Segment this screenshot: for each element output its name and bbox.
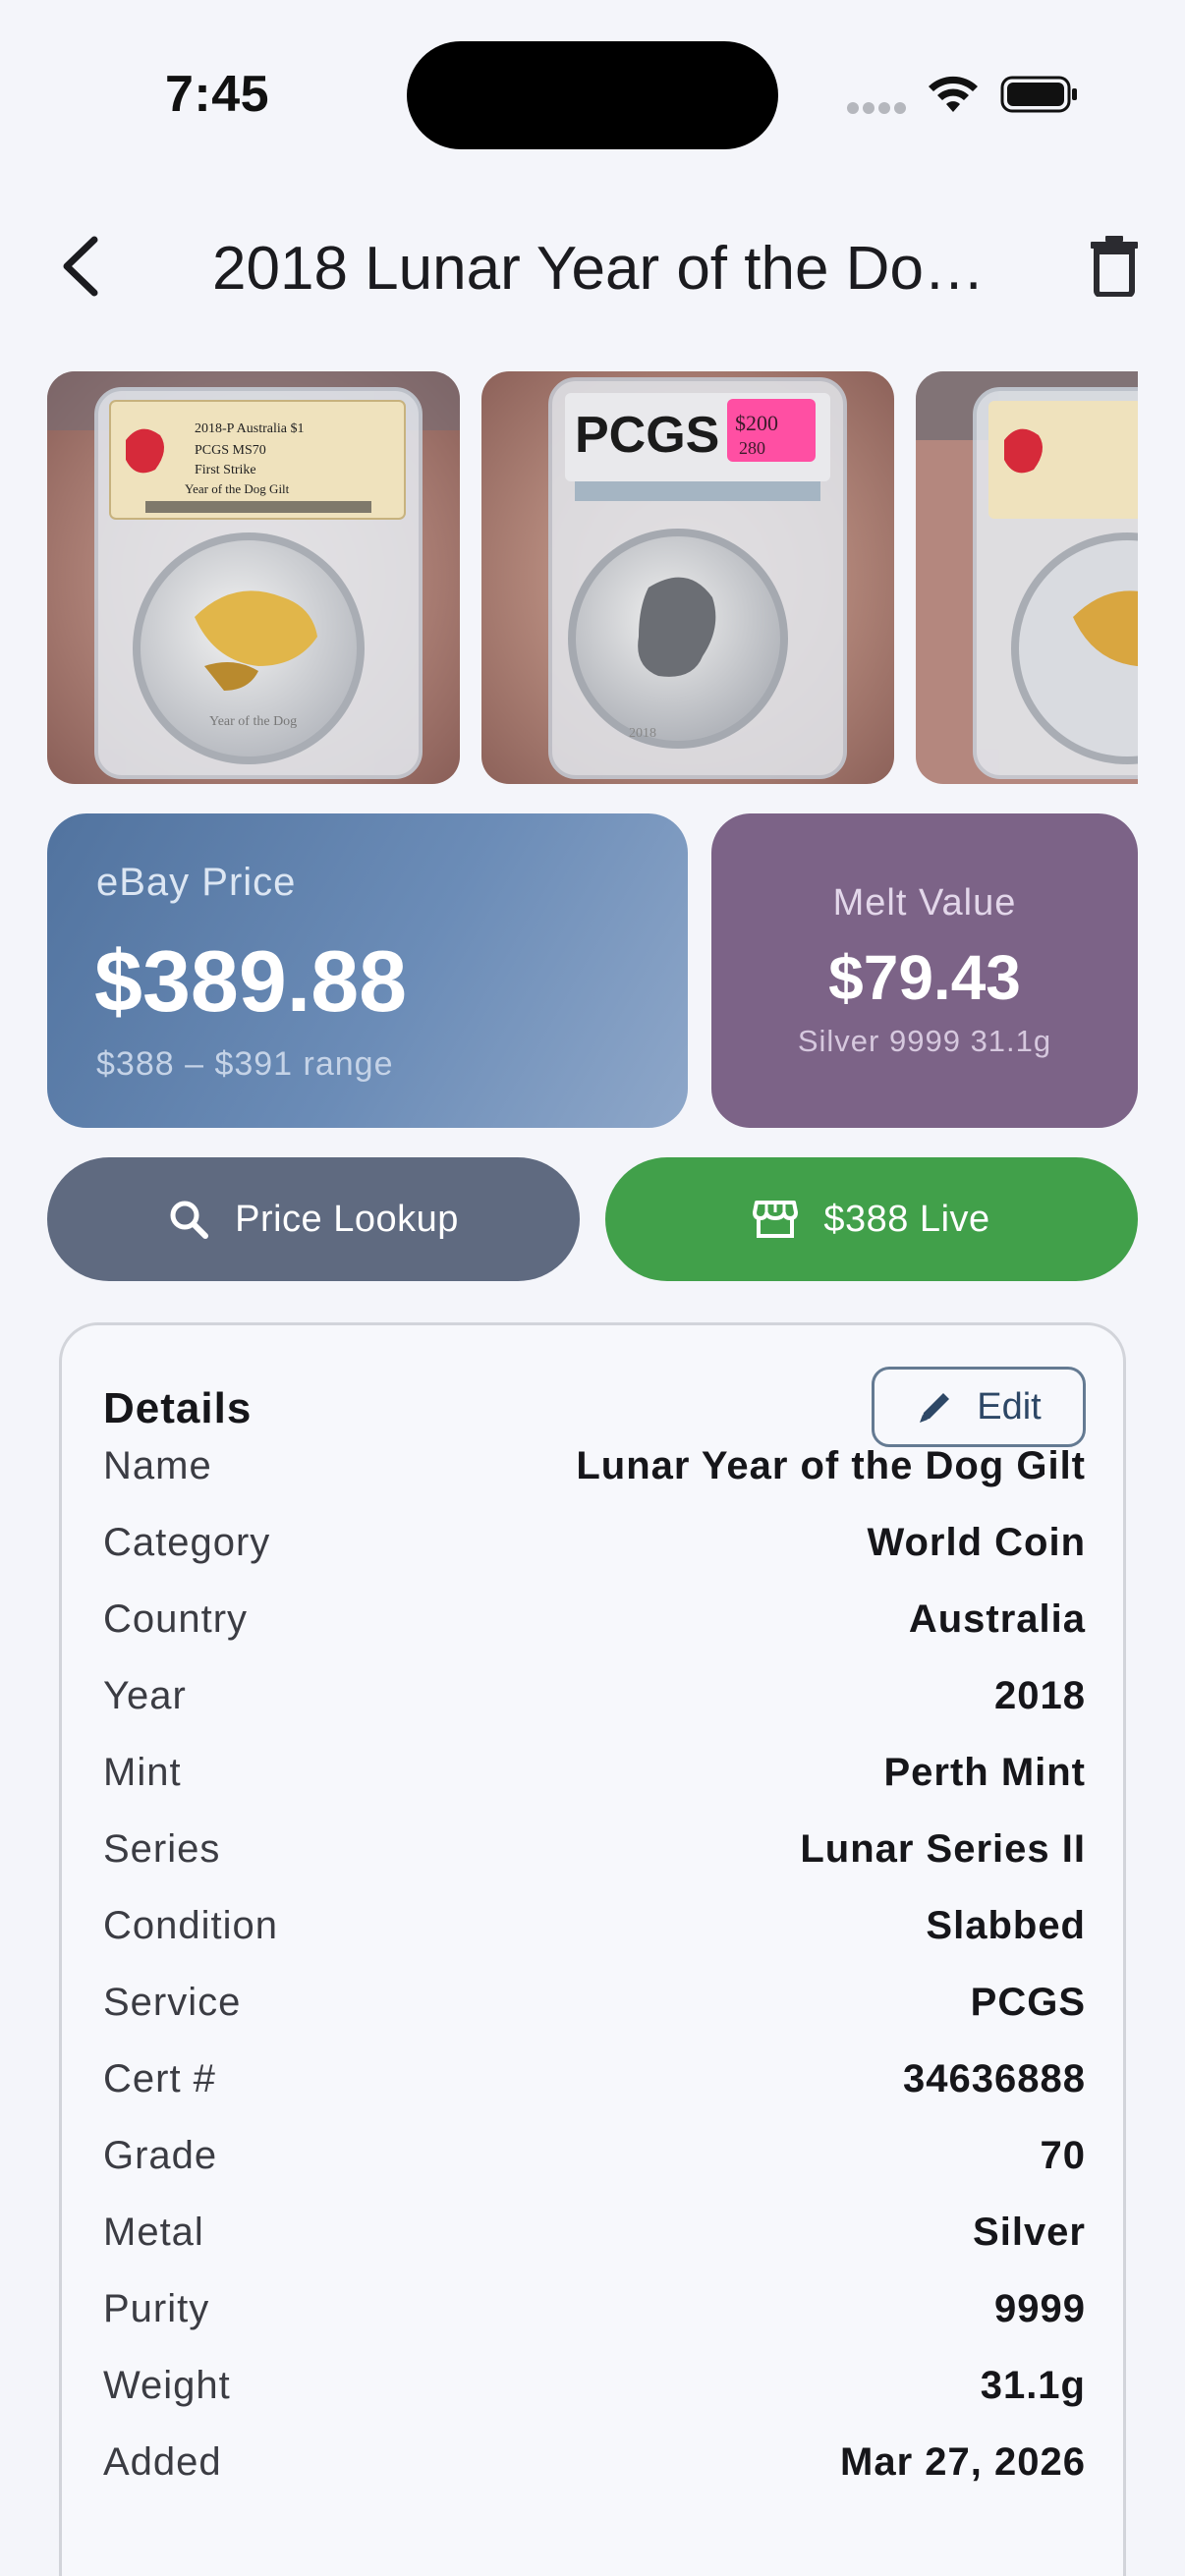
detail-label: Category (103, 1520, 271, 1564)
detail-label: Grade (103, 2133, 218, 2177)
detail-value: World Coin (867, 1520, 1086, 1564)
detail-label: Cert # (103, 2056, 216, 2100)
detail-value: 31.1g (980, 2363, 1086, 2407)
detail-label: Year (103, 1673, 187, 1717)
edit-label: Edit (977, 1385, 1042, 1428)
melt-value-metal-info: Silver 9999 31.1g (797, 1024, 1052, 1058)
detail-value: Lunar Year of the Dog Gilt (576, 1443, 1086, 1487)
details-title: Details (103, 1384, 253, 1432)
detail-label: Mint (103, 1750, 182, 1794)
detail-value: PCGS (970, 1980, 1086, 2024)
detail-value: Lunar Series II (800, 1826, 1086, 1871)
detail-row-metal: Metal Silver (103, 2194, 1086, 2270)
detail-row-added: Added Mar 27, 2026 (103, 2424, 1086, 2500)
ebay-price-label: eBay Price (96, 861, 297, 904)
svg-text:280: 280 (739, 438, 765, 458)
detail-label: Country (103, 1596, 249, 1641)
live-listings-label: $388 Live (823, 1198, 990, 1240)
detail-row-name: Name Lunar Year of the Dog Gilt (103, 1428, 1086, 1504)
coin-detail-screen: 7:45 2018 Lunar Year of the Dog... 2018-… (0, 0, 1185, 2576)
detail-label: Added (103, 2439, 222, 2484)
ebay-price-range: $388 – $391 range (96, 1045, 394, 1083)
detail-label: Metal (103, 2210, 204, 2254)
svg-text:First Strike: First Strike (195, 463, 256, 477)
detail-value: 9999 (994, 2286, 1086, 2330)
wifi-icon (929, 76, 978, 112)
svg-text:2018: 2018 (629, 726, 656, 741)
svg-text:$200: $200 (735, 411, 778, 435)
price-lookup-button[interactable]: Price Lookup (47, 1157, 580, 1281)
detail-value: 2018 (994, 1673, 1086, 1717)
svg-text:PCGS MS70: PCGS MS70 (195, 443, 266, 458)
battery-icon (1000, 76, 1077, 113)
detail-value: Perth Mint (883, 1750, 1086, 1794)
detail-row-condition: Condition Slabbed (103, 1887, 1086, 1964)
detail-label: Service (103, 1980, 242, 2024)
detail-value: 34636888 (903, 2056, 1086, 2100)
svg-text:PCGS: PCGS (575, 407, 719, 464)
status-bar: 7:45 (0, 0, 1185, 187)
coin-photo-back[interactable]: PCGS $200 280 2018 (481, 371, 894, 784)
detail-row-category: Category World Coin (103, 1504, 1086, 1581)
detail-row-series: Series Lunar Series II (103, 1811, 1086, 1887)
detail-label: Name (103, 1443, 212, 1487)
dynamic-island (407, 41, 778, 149)
melt-value-label: Melt Value (832, 882, 1017, 924)
live-listings-button[interactable]: $388 Live (605, 1157, 1138, 1281)
page-title: 2018 Lunar Year of the Dog... (212, 235, 998, 303)
detail-row-cert: Cert # 34636888 (103, 2041, 1086, 2117)
detail-label: Purity (103, 2286, 210, 2330)
chevron-left-icon[interactable] (55, 232, 110, 301)
detail-value: 70 (1040, 2133, 1086, 2177)
detail-row-grade: Grade 70 (103, 2117, 1086, 2194)
coin-photo-third[interactable] (916, 371, 1138, 784)
ebay-price-value: $389.88 (94, 932, 408, 1030)
app-header: 2018 Lunar Year of the Dog... (0, 196, 1185, 334)
storefront-icon (753, 1201, 799, 1238)
trash-icon[interactable] (1089, 234, 1140, 297)
detail-value: Mar 27, 2026 (840, 2439, 1086, 2484)
status-time: 7:45 (165, 66, 270, 123)
pencil-icon (920, 1393, 950, 1423)
price-lookup-label: Price Lookup (235, 1198, 459, 1240)
detail-label: Condition (103, 1903, 279, 1947)
detail-row-service: Service PCGS (103, 1964, 1086, 2041)
detail-value: Slabbed (926, 1903, 1086, 1947)
svg-text:2018-P Australia $1: 2018-P Australia $1 (195, 421, 304, 436)
detail-row-purity: Purity 9999 (103, 2270, 1086, 2347)
melt-value-amount: $79.43 (828, 942, 1021, 1013)
cellular-signal-icon (847, 102, 908, 114)
svg-text:Year of the Dog: Year of the Dog (209, 714, 297, 729)
detail-row-mint: Mint Perth Mint (103, 1734, 1086, 1811)
detail-label: Weight (103, 2363, 231, 2407)
ebay-price-card[interactable]: eBay Price $389.88 $388 – $391 range (47, 813, 688, 1128)
detail-label: Series (103, 1826, 221, 1871)
photo-carousel[interactable]: 2018-P Australia $1 PCGS MS70 First Stri… (47, 371, 1138, 784)
melt-value-card[interactable]: Melt Value $79.43 Silver 9999 31.1g (711, 813, 1138, 1128)
details-card: Details Edit Name Lunar Year of the Dog … (59, 1322, 1126, 2576)
detail-row-country: Country Australia (103, 1581, 1086, 1657)
search-icon (170, 1201, 209, 1239)
svg-text:Year of the Dog Gilt: Year of the Dog Gilt (185, 481, 290, 496)
detail-value: Australia (908, 1596, 1086, 1641)
detail-row-weight: Weight 31.1g (103, 2347, 1086, 2424)
detail-row-year: Year 2018 (103, 1657, 1086, 1734)
coin-photo-front[interactable]: 2018-P Australia $1 PCGS MS70 First Stri… (47, 371, 460, 784)
detail-value: Silver (973, 2210, 1086, 2254)
